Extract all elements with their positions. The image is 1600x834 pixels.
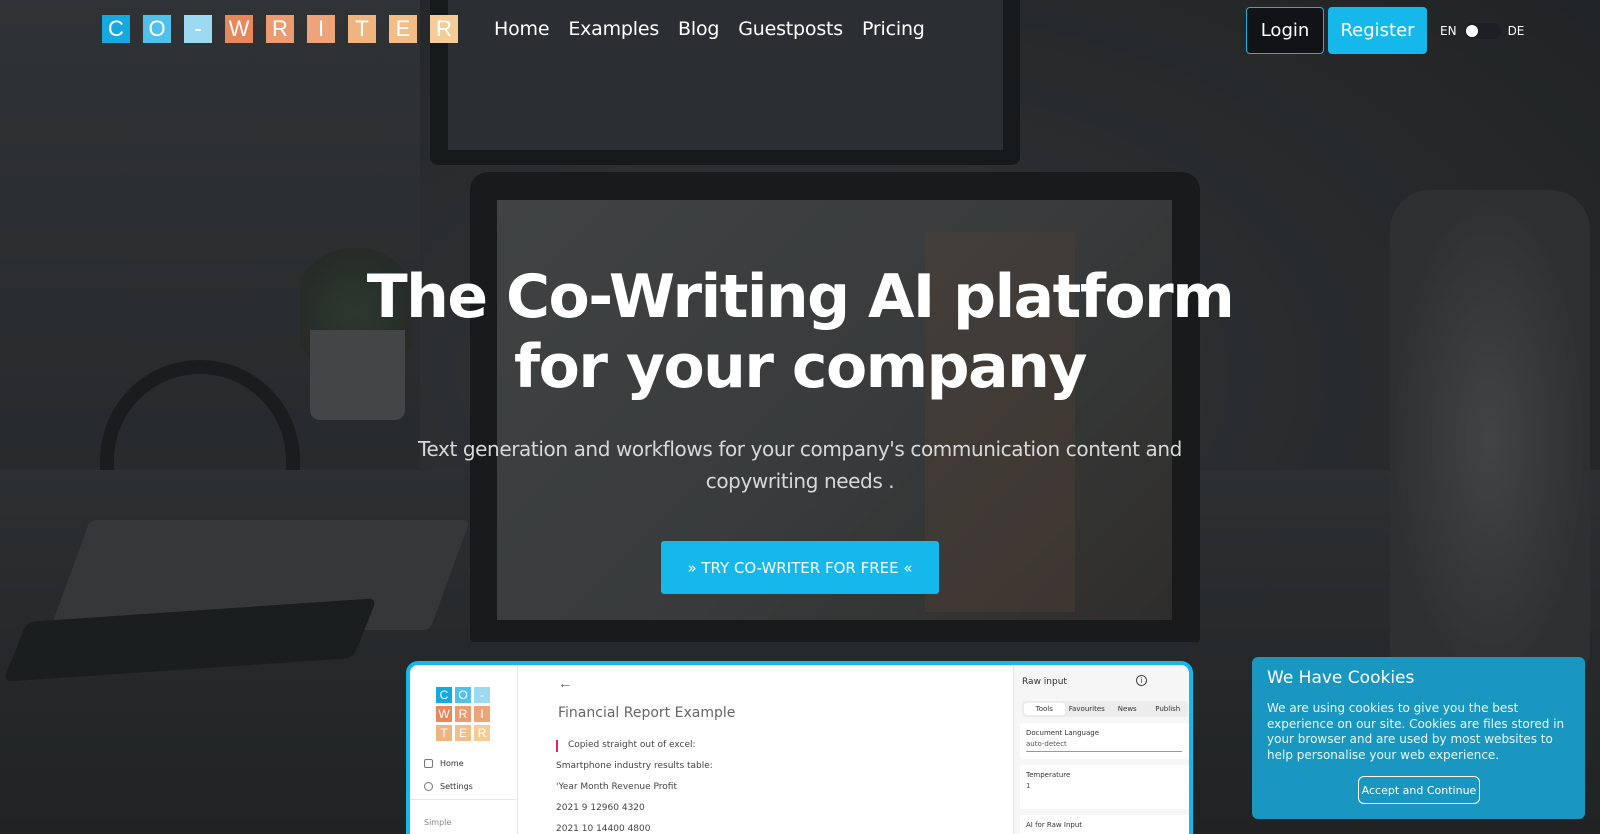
logo-letter-tile: I bbox=[307, 15, 335, 43]
nav-guestposts[interactable]: Guestposts bbox=[738, 18, 843, 40]
preview-nav-settings-label: Settings bbox=[440, 782, 473, 791]
back-arrow-icon: ← bbox=[558, 675, 572, 691]
preview-line: 2021 9 12960 4320 bbox=[556, 803, 645, 813]
preview-logo-letter-tile: I bbox=[474, 706, 490, 722]
hero-title-line-2: for your company bbox=[514, 332, 1087, 402]
logo-letter-tile: - bbox=[184, 15, 212, 43]
preview-line: Smartphone industry results table: bbox=[556, 761, 713, 771]
nav-examples[interactable]: Examples bbox=[568, 18, 659, 40]
login-button[interactable]: Login bbox=[1246, 7, 1324, 54]
preview-ai-label: AI for Raw Input bbox=[1026, 821, 1083, 829]
main-nav: Home Examples Blog Guestposts Pricing bbox=[494, 18, 925, 40]
cookie-banner: We Have Cookies We are using cookies to … bbox=[1252, 657, 1585, 819]
preview-tools-panel: Raw input i Tools Favourites News Publis… bbox=[1013, 665, 1189, 834]
preview-divider bbox=[410, 799, 518, 800]
preview-tab-tools: Tools bbox=[1024, 703, 1065, 715]
preview-doc-language-value: auto-detect bbox=[1026, 740, 1067, 748]
preview-line: 2021 10 14400 4800 bbox=[556, 824, 651, 834]
preview-logo-letter-tile: R bbox=[474, 725, 490, 741]
preview-tab-news: News bbox=[1117, 705, 1137, 713]
preview-logo-letter-tile: C bbox=[436, 687, 452, 703]
info-icon: i bbox=[1136, 675, 1147, 686]
logo-letter-tile: O bbox=[143, 15, 171, 43]
brand-logo[interactable]: CO-WRITER bbox=[102, 15, 458, 43]
preview-temperature-card: Temperature 1 bbox=[1020, 765, 1189, 809]
try-free-button[interactable]: » TRY CO-WRITER FOR FREE « bbox=[661, 541, 939, 594]
hero-title: The Co-Writing AI platform for your comp… bbox=[300, 262, 1300, 402]
accept-cookies-button[interactable]: Accept and Continue bbox=[1358, 776, 1480, 804]
preview-tab-publish: Publish bbox=[1155, 705, 1181, 713]
preview-logo-letter-tile: - bbox=[474, 687, 490, 703]
language-switch: EN DE bbox=[1440, 23, 1524, 39]
preview-sidebar: CO-WRITER Home Settings Simple bbox=[410, 665, 518, 834]
preview-temperature-value: 1 bbox=[1026, 782, 1031, 790]
nav-pricing[interactable]: Pricing bbox=[862, 18, 925, 40]
logo-letter-tile: R bbox=[430, 15, 458, 43]
language-de-label: DE bbox=[1507, 24, 1525, 38]
site-header: CO-WRITER Home Examples Blog Guestposts … bbox=[0, 0, 1600, 62]
home-icon bbox=[424, 759, 433, 768]
gear-icon bbox=[424, 782, 433, 791]
toggle-knob bbox=[1465, 25, 1478, 37]
logo-letter-tile: W bbox=[225, 15, 253, 43]
preview-logo: CO-WRITER bbox=[436, 687, 490, 741]
preview-nav-settings: Settings bbox=[424, 782, 473, 791]
preview-ai-card: AI for Raw Input bbox=[1020, 815, 1189, 834]
preview-logo-letter-tile: E bbox=[455, 725, 471, 741]
preview-logo-letter-tile: O bbox=[455, 687, 471, 703]
hero-title-line-1: The Co-Writing AI platform bbox=[366, 262, 1235, 332]
preview-panel-tabs: Tools Favourites News Publish bbox=[1022, 701, 1188, 717]
preview-line: Copied straight out of excel: bbox=[568, 740, 696, 750]
cookie-title: We Have Cookies bbox=[1267, 668, 1415, 688]
language-en-label: EN bbox=[1440, 24, 1457, 38]
preview-nav-home-label: Home bbox=[440, 759, 464, 768]
preview-nav-home: Home bbox=[424, 759, 464, 768]
preview-logo-letter-tile: T bbox=[436, 725, 452, 741]
hero-subtitle: Text generation and workflows for your c… bbox=[418, 437, 1182, 493]
logo-letter-tile: E bbox=[389, 15, 417, 43]
preview-doc-title: Financial Report Example bbox=[558, 705, 736, 721]
preview-tab-favourites: Favourites bbox=[1068, 705, 1105, 713]
preview-logo-letter-tile: W bbox=[436, 706, 452, 722]
preview-doc-language-label: Document Language bbox=[1026, 729, 1100, 737]
preview-logo-letter-tile: R bbox=[455, 706, 471, 722]
logo-letter-tile: C bbox=[102, 15, 130, 43]
preview-temperature-label: Temperature bbox=[1026, 771, 1071, 779]
preview-quote-bar bbox=[556, 740, 558, 752]
preview-section-label: Simple bbox=[424, 818, 452, 827]
preview-line: 'Year Month Revenue Profit bbox=[556, 782, 677, 792]
app-preview-screenshot: CO-WRITER Home Settings Simple ← Financi… bbox=[406, 661, 1193, 834]
language-toggle[interactable] bbox=[1463, 23, 1501, 39]
preview-doc-language-card: Document Language auto-detect bbox=[1020, 723, 1189, 759]
logo-letter-tile: R bbox=[266, 15, 294, 43]
nav-blog[interactable]: Blog bbox=[678, 18, 719, 40]
logo-letter-tile: T bbox=[348, 15, 376, 43]
register-button[interactable]: Register bbox=[1328, 7, 1427, 54]
preview-panel-title: Raw input bbox=[1022, 677, 1067, 687]
nav-home[interactable]: Home bbox=[494, 18, 550, 40]
cookie-text: We are using cookies to give you the bes… bbox=[1267, 701, 1565, 762]
